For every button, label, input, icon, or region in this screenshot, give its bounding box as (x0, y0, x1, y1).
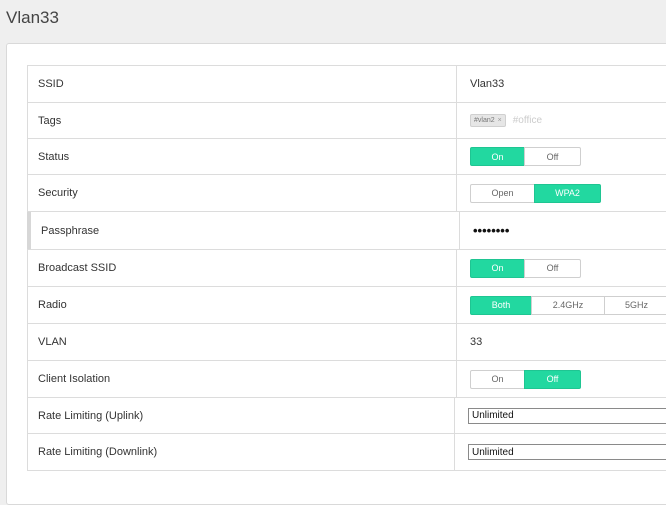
ssid-label: SSID (28, 66, 457, 102)
rate-uplink-row: Rate Limiting (Uplink) Unlimited (28, 398, 666, 434)
tags-row: Tags #vlan2 × #office (28, 103, 666, 139)
tags-label: Tags (28, 103, 457, 138)
broadcast-off-option[interactable]: Off (524, 258, 581, 278)
radio-toggle: Both 2.4GHz 5GHz (470, 295, 666, 315)
security-toggle: Open WPA2 (470, 183, 601, 203)
rate-uplink-label: Rate Limiting (Uplink) (28, 398, 455, 433)
page-title: Vlan33 (6, 8, 59, 27)
radio-both-option[interactable]: Both (470, 295, 532, 315)
status-row: Status On Off (28, 139, 666, 175)
broadcast-ssid-row: Broadcast SSID On Off (28, 250, 666, 287)
radio-label: Radio (28, 287, 457, 323)
vlan-label: VLAN (28, 324, 457, 360)
status-toggle: On Off (470, 147, 581, 166)
client-isolation-toggle: On Off (470, 369, 581, 389)
broadcast-ssid-label: Broadcast SSID (28, 250, 457, 286)
rate-downlink-select[interactable]: Unlimited (468, 444, 666, 460)
ssid-row: SSID Vlan33 (28, 66, 666, 103)
settings-panel: SSID Vlan33 Tags #vlan2 × #office Status… (6, 43, 666, 505)
rate-downlink-label: Rate Limiting (Downlink) (28, 434, 455, 470)
security-row: Security Open WPA2 (28, 175, 666, 212)
security-open-option[interactable]: Open (470, 183, 535, 203)
settings-table: SSID Vlan33 Tags #vlan2 × #office Status… (27, 65, 666, 471)
rate-uplink-select[interactable]: Unlimited (468, 407, 666, 424)
tag-chip: #vlan2 × (470, 114, 506, 127)
tags-input[interactable]: #vlan2 × #office (457, 103, 666, 138)
radio-5ghz-option[interactable]: 5GHz (604, 295, 666, 315)
passphrase-field[interactable]: •••••••• (473, 223, 509, 238)
radio-row: Radio Both 2.4GHz 5GHz (28, 287, 666, 324)
radio-24ghz-option[interactable]: 2.4GHz (531, 295, 605, 315)
vlan-value[interactable]: 33 (470, 336, 482, 348)
broadcast-ssid-toggle: On Off (470, 258, 581, 278)
passphrase-label: Passphrase (28, 212, 460, 249)
client-isolation-label: Client Isolation (28, 361, 457, 397)
remove-tag-icon[interactable]: × (498, 117, 502, 124)
ssid-value[interactable]: Vlan33 (470, 78, 504, 90)
isolation-on-option[interactable]: On (470, 369, 525, 389)
client-isolation-row: Client Isolation On Off (28, 361, 666, 398)
security-label: Security (28, 175, 457, 211)
isolation-off-option[interactable]: Off (524, 369, 581, 389)
rate-downlink-row: Rate Limiting (Downlink) Unlimited (28, 434, 666, 471)
status-off-option[interactable]: Off (524, 147, 581, 166)
status-label: Status (28, 139, 457, 174)
tags-placeholder: #office (512, 115, 543, 126)
security-wpa2-option[interactable]: WPA2 (534, 183, 601, 203)
vlan-row: VLAN 33 (28, 324, 666, 361)
status-on-option[interactable]: On (470, 147, 525, 166)
broadcast-on-option[interactable]: On (470, 258, 525, 278)
tag-chip-label: #vlan2 (474, 117, 495, 124)
passphrase-row: Passphrase •••••••• (27, 212, 666, 250)
